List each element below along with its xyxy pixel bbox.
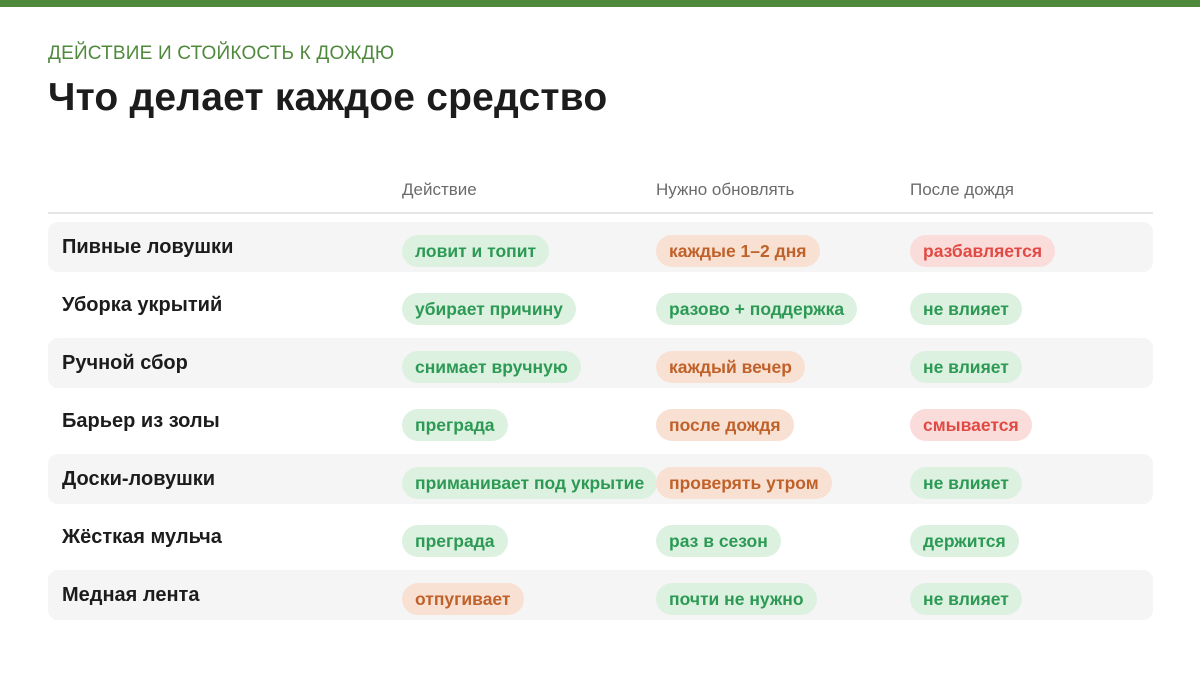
refresh-badge: раз в сезон	[656, 525, 781, 557]
action-badge: преграда	[402, 409, 508, 441]
after-rain-badge: держится	[910, 525, 1019, 557]
after-rain-badge: разбавляется	[910, 235, 1056, 267]
row-label: Жёсткая мульча	[62, 526, 222, 548]
header-divider	[48, 212, 1153, 214]
refresh-badge: каждый вечер	[656, 351, 805, 383]
action-badge: убирает причину	[402, 293, 576, 325]
column-header-action: Действие	[402, 180, 477, 199]
after-rain-badge: не влияет	[910, 293, 1022, 325]
column-header-after-rain: После дождя	[910, 180, 1014, 199]
refresh-badge: после дождя	[656, 409, 794, 441]
table-row: Уборка укрытий убирает причину разово + …	[48, 280, 1153, 330]
after-rain-badge: смывается	[910, 409, 1032, 441]
row-label: Ручной сбор	[62, 352, 188, 374]
column-header-refresh: Нужно обновлять	[656, 180, 795, 199]
action-badge: снимает вручную	[402, 351, 581, 383]
row-label: Пивные ловушки	[62, 236, 234, 258]
row-label: Барьер из золы	[62, 410, 220, 432]
after-rain-badge: не влияет	[910, 583, 1022, 615]
action-badge: ловит и топит	[402, 235, 550, 267]
refresh-badge: проверять утром	[656, 467, 832, 499]
table-row: Ручной сбор снимает вручную каждый вечер…	[48, 338, 1153, 388]
table-row: Жёсткая мульча преграда раз в сезон держ…	[48, 512, 1153, 562]
page-title: Что делает каждое средство	[48, 76, 608, 119]
refresh-badge: разово + поддержка	[656, 293, 858, 325]
after-rain-badge: не влияет	[910, 467, 1022, 499]
action-badge: преграда	[402, 525, 508, 557]
table-row: Пивные ловушки ловит и топит каждые 1–2 …	[48, 222, 1153, 272]
action-badge: отпугивает	[402, 583, 524, 615]
row-label: Уборка укрытий	[62, 294, 223, 316]
table-row: Доски-ловушки приманивает под укрытие пр…	[48, 454, 1153, 504]
refresh-badge: каждые 1–2 дня	[656, 235, 820, 267]
row-label: Доски-ловушки	[62, 468, 216, 490]
table-row: Медная лента отпугивает почти не нужно н…	[48, 570, 1153, 620]
top-accent-bar	[0, 0, 1200, 7]
after-rain-badge: не влияет	[910, 351, 1022, 383]
refresh-badge: почти не нужно	[656, 583, 817, 615]
table-row: Барьер из золы преграда после дождя смыв…	[48, 396, 1153, 446]
action-badge: приманивает под укрытие	[402, 467, 658, 499]
section-eyebrow: ДЕЙСТВИЕ И СТОЙКОСТЬ К ДОЖДЮ	[48, 43, 395, 64]
row-label: Медная лента	[62, 584, 200, 606]
